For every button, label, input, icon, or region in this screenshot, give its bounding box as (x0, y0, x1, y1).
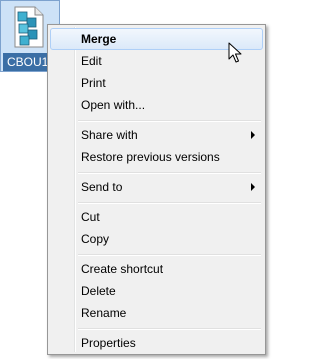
menu-item-send-to[interactable]: Send to (50, 176, 263, 198)
registry-file-icon (14, 6, 44, 48)
menu-item-label: Edit (81, 54, 102, 68)
menu-separator (78, 328, 261, 330)
menu-item-rename[interactable]: Rename (50, 302, 263, 324)
menu-item-label: Share with (81, 128, 138, 142)
menu-item-label: Merge (81, 32, 117, 46)
menu-item-cut[interactable]: Cut (50, 206, 263, 228)
menu-item-create-shortcut[interactable]: Create shortcut (50, 258, 263, 280)
mouse-pointer-icon (228, 42, 242, 63)
menu-item-label: Open with... (81, 98, 146, 112)
desktop: CBOU1 Merge Edit Print Open with... Shar… (0, 0, 271, 359)
menu-item-label: Copy (81, 232, 110, 246)
menu-item-restore-previous-versions[interactable]: Restore previous versions (50, 146, 263, 168)
submenu-arrow-icon (251, 131, 255, 139)
menu-item-label: Delete (81, 284, 116, 298)
menu-item-open-with[interactable]: Open with... (50, 94, 263, 116)
menu-item-label: Cut (81, 210, 100, 224)
menu-item-print[interactable]: Print (50, 72, 263, 94)
menu-item-label: Create shortcut (81, 262, 164, 276)
menu-separator (78, 120, 261, 122)
menu-separator (78, 254, 261, 256)
menu-item-label: Print (81, 76, 106, 90)
submenu-arrow-icon (251, 183, 255, 191)
context-menu: Merge Edit Print Open with... Share with… (47, 24, 266, 355)
menu-separator (78, 202, 261, 204)
menu-item-delete[interactable]: Delete (50, 280, 263, 302)
menu-item-label: Send to (81, 180, 123, 194)
menu-item-copy[interactable]: Copy (50, 228, 263, 250)
menu-item-label: Restore previous versions (81, 150, 220, 164)
menu-item-share-with[interactable]: Share with (50, 124, 263, 146)
menu-item-label: Rename (81, 306, 127, 320)
menu-separator (78, 172, 261, 174)
menu-item-label: Properties (81, 336, 136, 350)
menu-item-properties[interactable]: Properties (50, 332, 263, 354)
